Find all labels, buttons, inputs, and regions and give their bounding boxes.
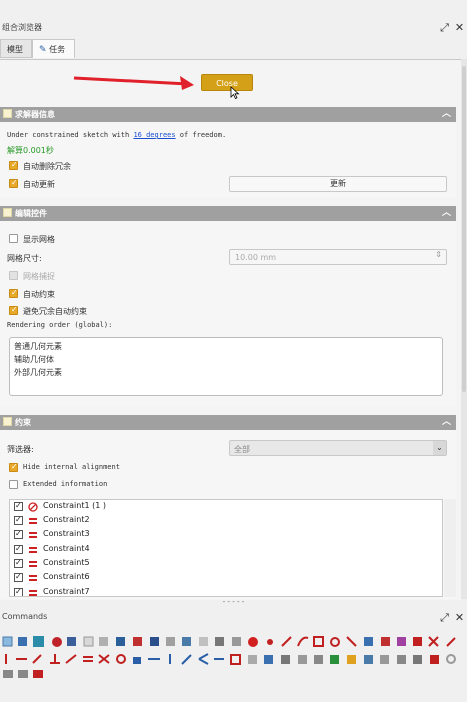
grid-snap-checkbox[interactable] (9, 271, 18, 280)
tab-model[interactable]: 模型 (0, 39, 32, 58)
undock-icon[interactable]: ⤢ (439, 22, 450, 33)
close-button[interactable]: Close (201, 74, 253, 91)
constraint-row[interactable]: Constraint4 (10, 543, 442, 557)
constraint-checkbox[interactable] (14, 587, 23, 596)
constraint-checkbox[interactable] (14, 558, 23, 568)
panel-icon (3, 417, 12, 426)
auto-update-label: 自动更新 (23, 180, 55, 189)
filter-select[interactable]: 全部 ⌄ (229, 440, 447, 456)
undock-icon[interactable]: ⤢ (439, 612, 450, 623)
constraint-checkbox[interactable] (14, 501, 23, 511)
constraint-checkbox[interactable] (14, 529, 23, 539)
show-grid-label: 显示网格 (23, 235, 55, 244)
auto-remove-redundant-checkbox[interactable] (9, 160, 18, 170)
constraint-row[interactable]: Constraint2 (10, 514, 442, 528)
panel-icon (3, 109, 12, 118)
solve-time: 解算0.001秒 (7, 146, 54, 155)
tool-row-1 (2, 636, 456, 647)
solver-info-header[interactable]: 求解器信息 ︿ (0, 107, 456, 122)
spinner-icon[interactable]: ⇕ (435, 250, 442, 259)
constraint-list-scrollbar[interactable] (444, 499, 456, 597)
auto-update-checkbox[interactable] (9, 178, 18, 188)
equal-constraint-icon (29, 547, 37, 553)
collapse-icon[interactable]: ︿ (442, 206, 451, 221)
equal-constraint-icon (29, 561, 37, 567)
avoid-redundant-checkbox[interactable] (9, 305, 18, 315)
auto-constraint-checkbox[interactable] (9, 288, 18, 298)
close-icon[interactable]: ✕ (454, 22, 465, 33)
list-item[interactable]: 外部几何元素 (14, 367, 62, 378)
constraint-checkbox[interactable] (14, 515, 23, 525)
degrees-link[interactable]: 16 degrees (133, 131, 175, 139)
toolbar-icons (2, 636, 456, 678)
constraint-row[interactable]: Constraint3 (10, 528, 442, 542)
list-item[interactable]: 普通几何元素 (14, 341, 62, 352)
auto-constraint-label: 自动约束 (23, 290, 55, 299)
equal-constraint-icon (29, 590, 37, 596)
constraint-row[interactable]: Constraint1 (1 ) (10, 500, 442, 514)
solver-message: Under constrained sketch with 16 degrees… (7, 131, 227, 139)
commands-title: Commands (2, 612, 48, 621)
render-order-label: Rendering order (global): (7, 321, 113, 329)
hide-internal-label: Hide internal alignment (23, 463, 120, 471)
block-constraint-icon (28, 502, 38, 512)
constraint-row[interactable]: Constraint5 (10, 557, 442, 571)
scrollbar-thumb[interactable] (462, 66, 466, 392)
hide-internal-checkbox[interactable] (9, 462, 18, 472)
constraint-checkbox[interactable] (14, 572, 23, 582)
close-icon[interactable]: ✕ (454, 612, 465, 623)
show-grid-checkbox[interactable] (9, 234, 18, 243)
splitter-handle[interactable]: - - - - - (0, 599, 467, 607)
tab-bar: 模型 ✎ 任务 (0, 39, 467, 59)
grid-snap-label: 网格捕捉 (23, 272, 55, 281)
equal-constraint-icon (29, 518, 37, 524)
dock-title: 组合浏览器 (2, 23, 42, 32)
equal-constraint-icon (29, 532, 37, 538)
avoid-redundant-label: 避免冗余自动约束 (23, 307, 87, 316)
command-toolbar (0, 627, 467, 700)
update-button[interactable]: 更新 (229, 176, 447, 192)
extended-info-checkbox[interactable] (9, 480, 18, 489)
constraint-row[interactable]: Constraint6 (10, 571, 442, 585)
chevron-down-icon[interactable]: ⌄ (433, 441, 446, 455)
mouse-cursor-icon (230, 86, 240, 99)
collapse-icon[interactable]: ︿ (442, 107, 451, 122)
edit-controls-header[interactable]: 编辑控件 ︿ (0, 206, 456, 221)
pencil-icon: ✎ (39, 45, 47, 55)
list-item[interactable]: 辅助几何体 (14, 354, 54, 365)
grid-size-input[interactable]: 10.00 mm ⇕ (229, 249, 447, 265)
extended-info-label: Extended information (23, 480, 108, 488)
constraint-row[interactable]: Constraint7 (10, 586, 442, 596)
tool-row-2 (5, 653, 456, 665)
panel-icon (3, 208, 12, 217)
dock-title-bar (0, 0, 467, 38)
render-order-list[interactable]: 普通几何元素 辅助几何体 外部几何元素 (9, 337, 443, 396)
tab-task[interactable]: ✎ 任务 (32, 39, 75, 58)
tool-row-3 (3, 670, 43, 678)
constraint-checkbox[interactable] (14, 544, 23, 554)
grid-size-label: 网格尺寸: (7, 254, 42, 263)
constraint-list[interactable]: Constraint1 (1 ) Constraint2 Constraint3… (9, 499, 443, 597)
arrow-annotation (73, 76, 194, 90)
filter-label: 筛选器: (7, 445, 34, 454)
equal-constraint-icon (29, 575, 37, 581)
auto-remove-redundant-label: 自动删除冗余 (23, 162, 71, 171)
constraints-header[interactable]: 约束 ︿ (0, 415, 456, 430)
collapse-icon[interactable]: ︿ (442, 415, 451, 430)
